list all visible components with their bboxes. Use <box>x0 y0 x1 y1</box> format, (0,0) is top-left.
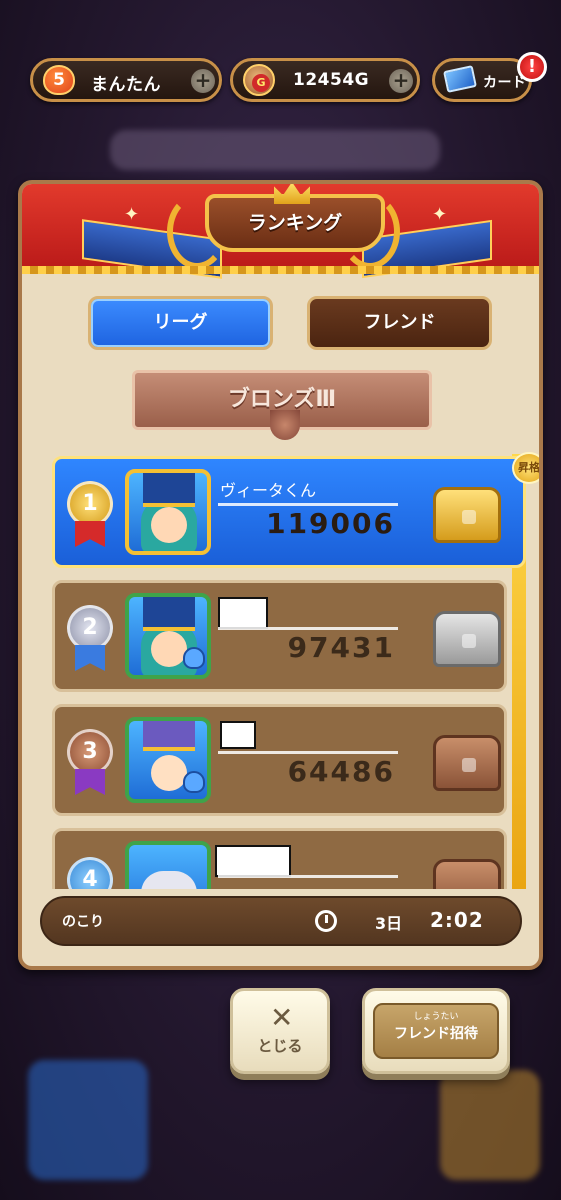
avatar[interactable] <box>125 841 211 889</box>
player-score: 64486 <box>287 755 395 788</box>
medal-ribbon <box>75 769 105 795</box>
name-underline <box>218 751 398 754</box>
ranking-row-3[interactable]: 3 64486 <box>52 704 507 816</box>
crown-icon <box>274 184 310 204</box>
gold-bag-icon: G <box>243 64 275 96</box>
tab-friend[interactable]: フレンド <box>307 296 492 350</box>
remaining-time-bar: のこり 3日 2:02 <box>40 896 522 946</box>
redacted-name <box>215 845 291 877</box>
rank-text: 1 <box>82 491 98 516</box>
gold-chest-icon <box>433 487 501 543</box>
stamina-pill[interactable]: 5 まんたん + <box>30 58 222 102</box>
rank-text: 3 <box>82 739 98 764</box>
stamina-text: まんたん <box>91 75 161 95</box>
rank-4-medal-icon: 4 <box>67 857 113 889</box>
clock-icon <box>315 910 337 932</box>
rank-text: 2 <box>82 615 98 640</box>
remaining-label: のこり <box>62 914 104 930</box>
silver-medal-icon: 2 <box>67 605 113 651</box>
name-underline <box>218 627 398 630</box>
ranking-list[interactable]: 1 ヴィータくん 119006 2 97431 3 64486 4 <box>32 444 529 889</box>
invite-label: フレンド招待 <box>394 1026 478 1042</box>
player-score: 119006 <box>266 507 395 540</box>
background-tile-right <box>440 1070 540 1180</box>
promotion-badge: 昇格 <box>512 452 539 484</box>
ranking-row-2[interactable]: 2 97431 <box>52 580 507 692</box>
player-score: 97431 <box>287 631 395 664</box>
add-stamina-button[interactable]: + <box>191 69 215 93</box>
name-underline <box>218 875 398 878</box>
ranking-row-4[interactable]: 4 <box>52 828 507 889</box>
name-underline <box>218 503 398 506</box>
gold-text: 12454G <box>293 70 370 90</box>
medal-ribbon <box>75 645 105 671</box>
sparkle-icon: ✦ <box>124 204 140 225</box>
redacted-name <box>218 597 268 629</box>
avatar[interactable] <box>125 469 211 555</box>
background-title <box>110 130 440 170</box>
bronze-chest-icon <box>433 859 501 889</box>
panel-header: ランキング ✦ ✦ <box>22 184 539 279</box>
level-text: 5 <box>53 70 65 90</box>
heart-icon: 5 <box>43 65 75 95</box>
alert-badge: ! <box>517 52 547 82</box>
tab-league[interactable]: リーグ <box>88 296 273 350</box>
player-name: ヴィータくん <box>220 481 317 500</box>
bronze-chest-icon <box>433 735 501 791</box>
add-gold-button[interactable]: + <box>389 69 413 93</box>
close-button[interactable]: ✕ とじる <box>230 988 330 1074</box>
medal-ribbon <box>75 521 105 547</box>
silver-chest-icon <box>433 611 501 667</box>
remaining-days: 3日 <box>375 914 403 933</box>
card-icon <box>443 65 477 93</box>
remaining-time: 2:02 <box>430 908 484 932</box>
rank-text: 4 <box>82 867 98 889</box>
avatar[interactable] <box>125 593 211 679</box>
gold-medal-icon: 1 <box>67 481 113 527</box>
invite-friend-button[interactable]: しょうたい フレンド招待 <box>362 988 510 1074</box>
invite-plate: しょうたい フレンド招待 <box>373 1003 499 1059</box>
bronze-cup-icon <box>270 410 300 440</box>
sparkle-icon: ✦ <box>432 204 448 225</box>
avatar[interactable] <box>125 717 211 803</box>
redacted-name <box>220 721 256 749</box>
ranking-row-1[interactable]: 1 ヴィータくん 119006 <box>52 456 526 568</box>
invite-ruby: しょうたい <box>413 1012 459 1022</box>
close-label: とじる <box>257 1037 303 1055</box>
ranking-panel: ランキング ✦ ✦ リーグ フレンド ブロンズⅢ 1 ヴィータくん 119006… <box>18 180 543 970</box>
bronze-medal-icon: 3 <box>67 729 113 775</box>
close-icon: ✕ <box>270 1001 294 1034</box>
background-tile-left <box>28 1060 148 1180</box>
gold-pill[interactable]: G 12454G + <box>230 58 420 102</box>
